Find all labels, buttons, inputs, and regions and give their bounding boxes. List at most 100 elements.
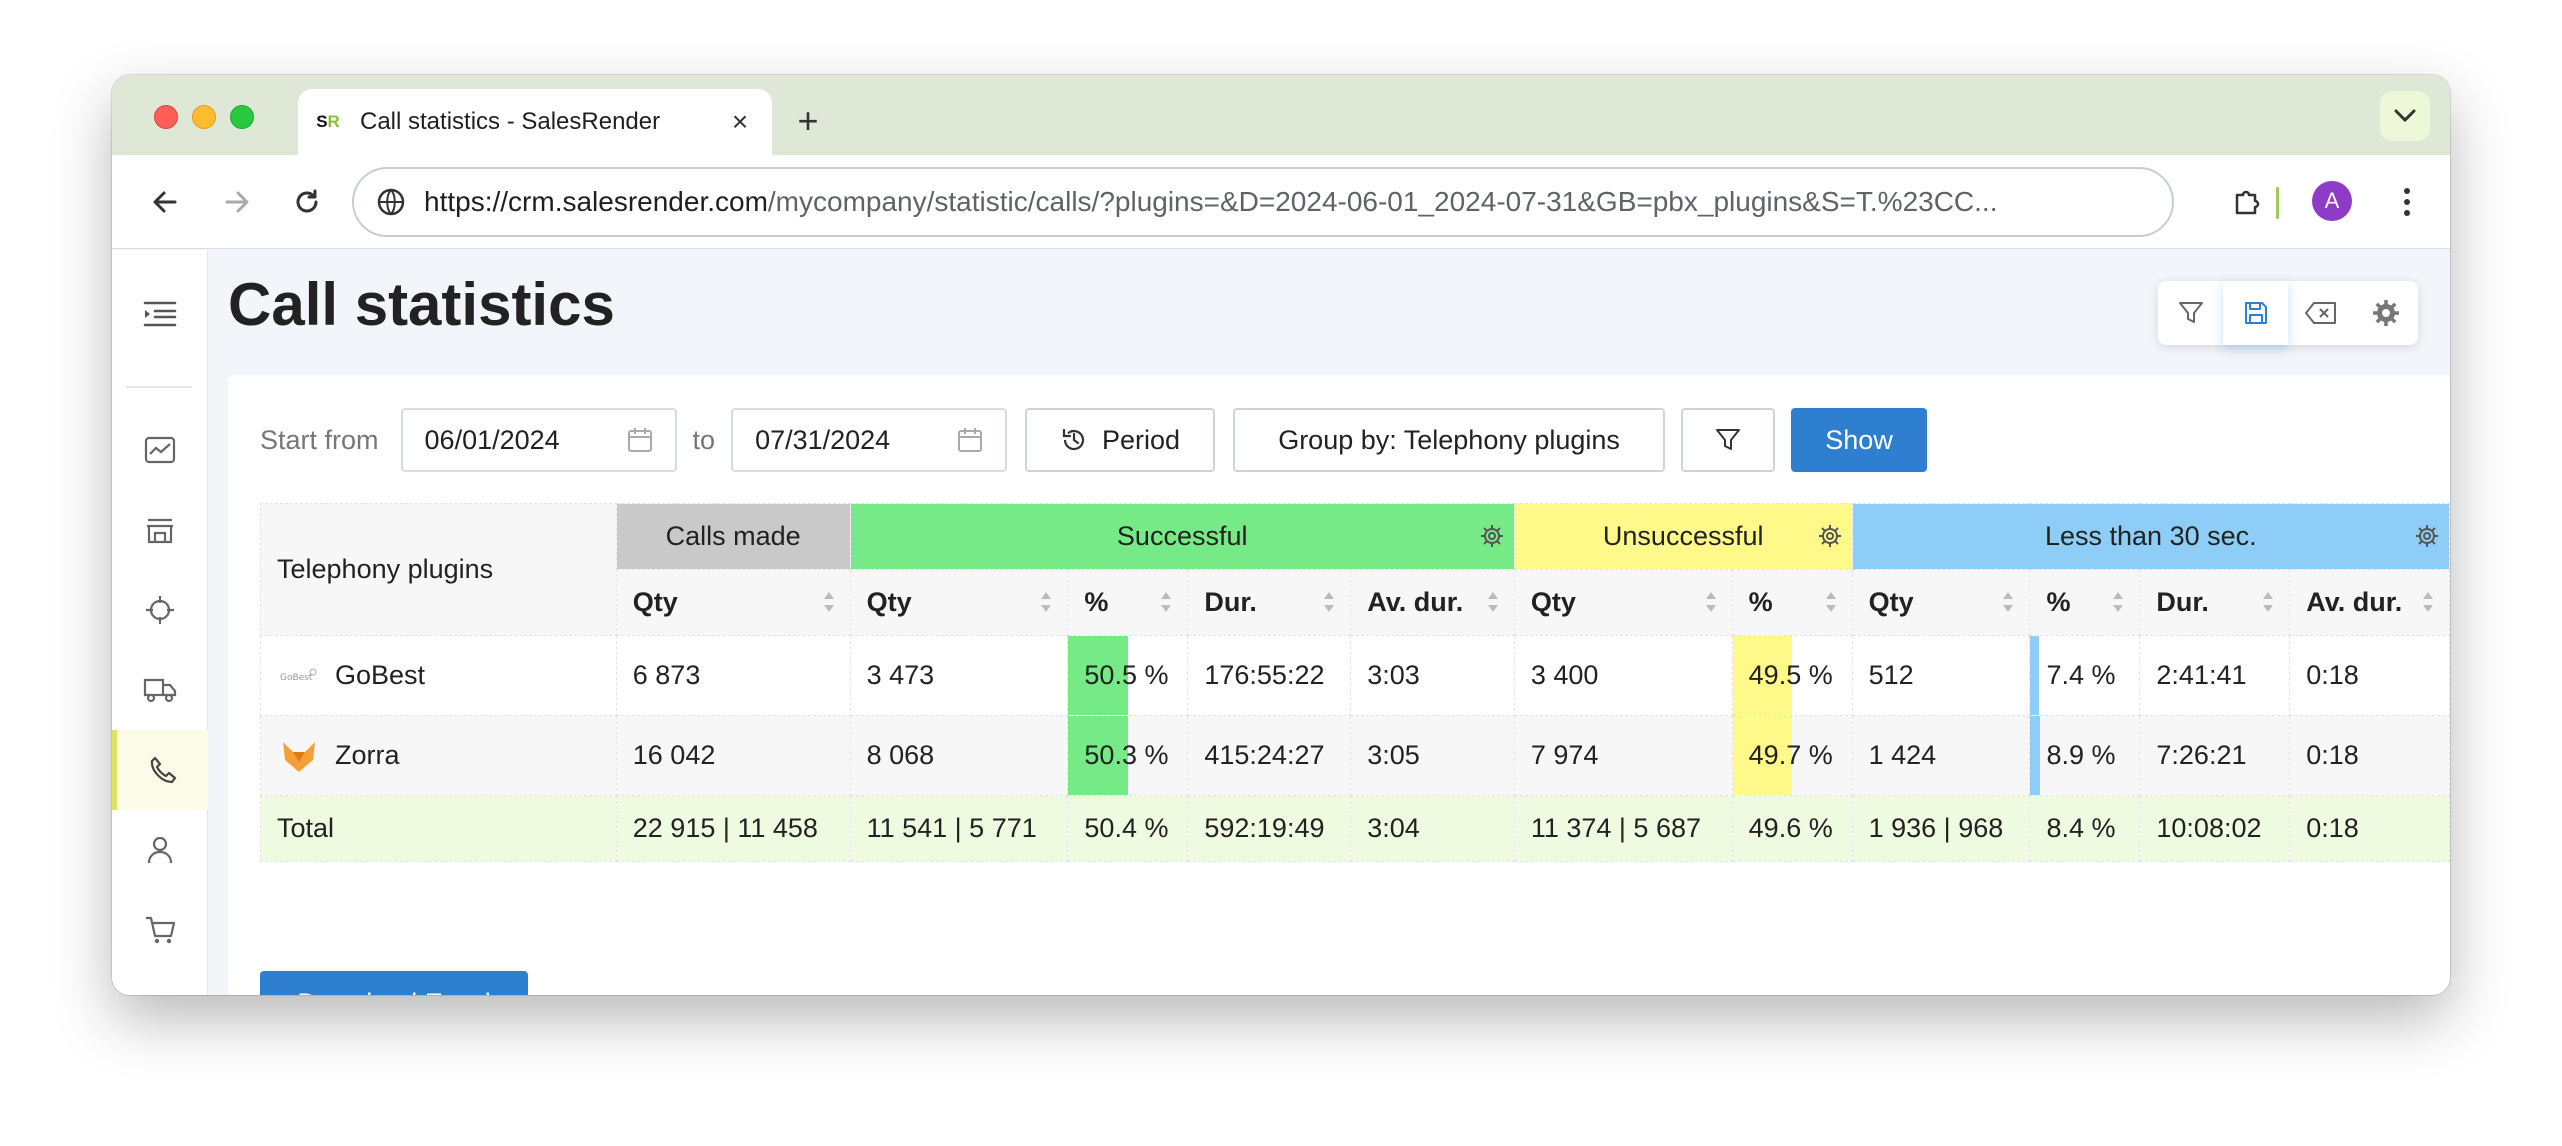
plugin-logo: GoBest	[277, 654, 321, 698]
save-action-button[interactable]	[2223, 281, 2288, 345]
sort-icon[interactable]	[822, 590, 836, 614]
start-date-input[interactable]: 06/01/2024	[400, 408, 677, 472]
user-icon	[147, 836, 173, 864]
address-bar[interactable]: https://crm.salesrender.com/mycompany/st…	[352, 167, 2174, 237]
sort-icon[interactable]	[1039, 590, 1053, 614]
successful-dur-cell: 176:55:22	[1187, 635, 1352, 716]
sidebar-divider	[126, 386, 192, 388]
sidebar-item-calls[interactable]	[112, 730, 208, 810]
sidebar-item-dashboard[interactable]	[112, 410, 208, 490]
gear-icon[interactable]	[1818, 524, 1842, 548]
sort-icon[interactable]	[2421, 590, 2435, 614]
browser-tab-active[interactable]: SR Call statistics - SalesRender ×	[298, 89, 772, 155]
successful-qty-cell: 3 473	[849, 635, 1069, 716]
tab-close-icon[interactable]: ×	[720, 106, 760, 138]
browser-menu-button[interactable]	[2384, 179, 2430, 225]
back-button[interactable]	[142, 179, 188, 225]
download-excel-button[interactable]: Download Excel	[260, 971, 528, 995]
sidebar-item-orders[interactable]	[112, 890, 208, 970]
sidebar-item-warehouse[interactable]	[112, 490, 208, 570]
successful-qty-cell: 8 068	[849, 715, 1069, 796]
total-succ-dur-cell: 592:19:49	[1187, 795, 1352, 862]
total-less-avdur-cell: 0:18	[2289, 795, 2450, 862]
sort-icon[interactable]	[2001, 590, 2015, 614]
column-header-label: Qty	[866, 587, 912, 617]
total-uns-pct-cell: 49.6 %	[1731, 795, 1853, 862]
table-row[interactable]: Zorra 16 042 8 068 50.3 % 415:24:27 3:05 7 974…	[260, 715, 2450, 796]
column-header-qty[interactable]: Qty	[1851, 569, 2031, 636]
sidebar-item-delivery[interactable]	[112, 650, 208, 730]
sidebar-item-target[interactable]	[112, 570, 208, 650]
less30-avdur-cell: 0:18	[2289, 635, 2450, 716]
tab-search-button[interactable]	[2380, 91, 2430, 141]
sort-icon[interactable]	[1486, 590, 1500, 614]
total-less-dur-cell: 10:08:02	[2139, 795, 2291, 862]
reload-icon	[296, 189, 318, 213]
zorra-fox-logo-icon	[283, 741, 315, 772]
group-header-calls-made: Calls made	[615, 503, 851, 570]
sort-icon[interactable]	[2111, 590, 2125, 614]
calls-qty-cell: 16 042	[615, 715, 851, 796]
column-header-qty[interactable]: Qty	[615, 569, 851, 636]
column-header-avdur[interactable]: Av. dur.	[2289, 569, 2450, 636]
column-header-pct[interactable]: %	[1067, 569, 1189, 636]
url-text: https://crm.salesrender.com/mycompany/st…	[424, 186, 1998, 217]
page-actions-toolbar	[2158, 281, 2418, 345]
column-header-qty[interactable]: Qty	[849, 569, 1069, 636]
column-header-label: Qty	[1530, 587, 1576, 617]
chevron-down-icon	[2394, 109, 2416, 123]
column-header-label: Av. dur.	[2306, 587, 2403, 617]
filter-bar: Start from 06/01/2024 to 07/31/2024 Peri…	[260, 408, 1928, 472]
filter-action-button[interactable]	[2158, 281, 2223, 345]
settings-action-button[interactable]	[2353, 281, 2418, 345]
menu-collapse-icon	[143, 301, 177, 327]
end-date-input[interactable]: 07/31/2024	[731, 408, 1008, 472]
statistics-card: Start from 06/01/2024 to 07/31/2024 Peri…	[228, 375, 2450, 995]
minimize-window-button[interactable]	[192, 105, 216, 129]
sidebar-toggle-button[interactable]	[112, 274, 208, 354]
column-header-avdur[interactable]: Av. dur.	[1350, 569, 1515, 636]
group-by-label: Group by: Telephony plugins	[1278, 424, 1620, 455]
close-window-button[interactable]	[154, 105, 178, 129]
gear-icon[interactable]	[1480, 524, 1504, 548]
unsuccessful-pct-cell: 49.7 %	[1731, 715, 1853, 796]
column-header-pct[interactable]: %	[1731, 569, 1853, 636]
clear-action-button[interactable]	[2288, 281, 2353, 345]
column-header-qty[interactable]: Qty	[1513, 569, 1733, 636]
sort-icon[interactable]	[1824, 590, 1838, 614]
new-tab-button[interactable]: +	[784, 97, 832, 145]
period-button[interactable]: Period	[1025, 408, 1216, 472]
sort-icon[interactable]	[1159, 590, 1173, 614]
filter-button[interactable]	[1681, 408, 1776, 472]
sort-icon[interactable]	[1322, 590, 1336, 614]
total-calls-qty-cell: 22 915 | 11 458	[615, 795, 851, 862]
sidebar-item-users[interactable]	[112, 810, 208, 890]
table-row[interactable]: GoBest GoBest 6 873 3 473 50.5 % 176:55:22 3:0…	[260, 635, 2450, 716]
forward-button[interactable]	[214, 179, 260, 225]
column-header-dur[interactable]: Dur.	[2139, 569, 2291, 636]
successful-avdur-cell: 3:03	[1350, 635, 1515, 716]
unsuccessful-qty-cell: 3 400	[1513, 635, 1733, 716]
total-less-pct-cell: 8.4 %	[2029, 795, 2141, 862]
extensions-button[interactable]	[2224, 179, 2270, 225]
filter-icon	[1716, 429, 1741, 450]
less30-dur-cell: 2:41:41	[2139, 635, 2291, 716]
column-header-dur[interactable]: Dur.	[1187, 569, 1352, 636]
sort-icon[interactable]	[1704, 590, 1718, 614]
group-by-button[interactable]: Group by: Telephony plugins	[1233, 408, 1666, 472]
crosshair-icon	[146, 596, 174, 624]
sort-icon[interactable]	[2261, 590, 2275, 614]
percent-value: 49.7 %	[1748, 740, 1833, 770]
column-header-pct[interactable]: %	[2029, 569, 2141, 636]
percent-value: 7.4 %	[2046, 660, 2116, 690]
reload-button[interactable]	[284, 179, 330, 225]
table-body: GoBest GoBest 6 873 3 473 50.5 % 176:55:22 3:0…	[260, 635, 2450, 862]
profile-avatar[interactable]: A	[2312, 181, 2352, 221]
show-button[interactable]: Show	[1791, 408, 1928, 472]
site-info-icon[interactable]	[374, 185, 408, 219]
total-row: Total 22 915 | 11 458 11 541 | 5 771 50.4 %…	[260, 795, 2450, 862]
gear-icon[interactable]	[2415, 524, 2439, 548]
chart-icon	[144, 436, 176, 464]
store-icon	[147, 518, 173, 544]
maximize-window-button[interactable]	[230, 105, 254, 129]
